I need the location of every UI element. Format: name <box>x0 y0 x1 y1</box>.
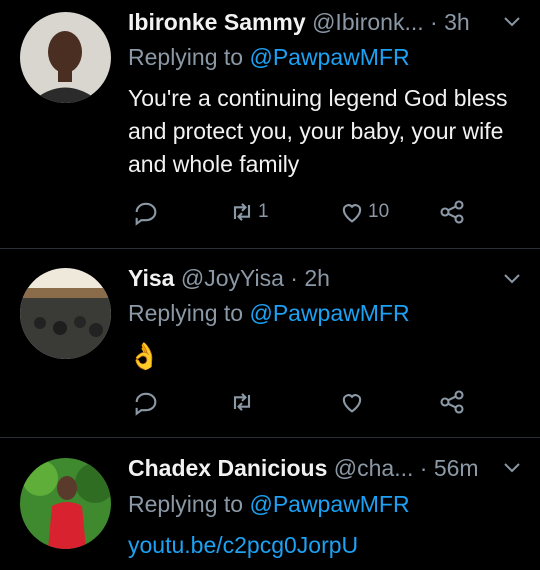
like-button[interactable] <box>338 388 366 416</box>
heart-icon <box>342 204 362 223</box>
share-icon <box>440 200 464 224</box>
tweet-text: You're a continuing legend God bless and… <box>128 85 508 177</box>
tweet-link[interactable]: youtu.be/c2pcg0JorpU <box>128 531 358 559</box>
replying-to-label: Replying to <box>128 491 244 517</box>
user-handle[interactable]: @JoyYisa <box>181 265 284 291</box>
tweet-header: Chadex Danicious @cha... · 56m <box>128 454 520 482</box>
share-button[interactable] <box>438 198 466 226</box>
chevron-down-icon[interactable] <box>502 458 522 478</box>
retweet-button[interactable] <box>228 388 256 416</box>
replying-to-label: Replying to <box>128 44 244 70</box>
retweet-button[interactable]: 1 <box>228 198 269 226</box>
display-name[interactable]: Chadex Danicious <box>128 455 327 481</box>
share-button[interactable] <box>438 388 466 416</box>
avatar[interactable] <box>20 12 111 103</box>
display-name[interactable]: Ibironke Sammy <box>128 9 306 35</box>
timestamp[interactable]: · 3h <box>430 9 470 35</box>
replying-to-label: Replying to <box>128 300 244 326</box>
timestamp[interactable]: · 2h <box>290 265 330 291</box>
user-handle[interactable]: @cha... <box>334 455 414 481</box>
replying-to-link[interactable]: @PawpawMFR <box>249 300 409 326</box>
replying-to-link[interactable]: @PawpawMFR <box>249 491 409 517</box>
reply-icon <box>135 392 157 416</box>
display-name[interactable]: Yisa <box>128 265 174 291</box>
share-icon <box>440 390 464 414</box>
tweet-2[interactable]: Yisa @JoyYisa · 2h Replying to @PawpawMF… <box>0 249 540 437</box>
like-button[interactable]: 10 <box>338 198 389 226</box>
action-bar <box>128 388 488 416</box>
avatar[interactable] <box>20 268 111 359</box>
reply-button[interactable] <box>132 198 160 226</box>
reply-button[interactable] <box>132 388 160 416</box>
user-handle[interactable]: @Ibironk... <box>312 9 424 35</box>
replying-to: Replying to @PawpawMFR <box>128 43 410 71</box>
tweet-text: 👌 <box>128 341 161 371</box>
avatar[interactable] <box>20 458 111 549</box>
retweet-count: 1 <box>258 201 269 222</box>
replying-to: Replying to @PawpawMFR <box>128 299 410 327</box>
chevron-down-icon[interactable] <box>502 269 522 289</box>
retweet-icon <box>233 393 251 411</box>
tweet-header: Ibironke Sammy @Ibironk... · 3h <box>128 8 520 36</box>
heart-icon <box>342 394 362 413</box>
chevron-down-icon[interactable] <box>502 12 522 32</box>
tweet-header: Yisa @JoyYisa · 2h <box>128 264 520 292</box>
tweet-1[interactable]: Ibironke Sammy @Ibironk... · 3h Replying… <box>0 0 540 248</box>
replying-to: Replying to @PawpawMFR <box>128 490 410 518</box>
reply-icon <box>135 202 157 226</box>
tweet-3[interactable]: Chadex Danicious @cha... · 56m Replying … <box>0 438 540 570</box>
replying-to-link[interactable]: @PawpawMFR <box>249 44 409 70</box>
like-count: 10 <box>368 201 390 222</box>
timestamp[interactable]: · 56m <box>420 455 479 481</box>
action-bar: 1 10 <box>128 198 488 226</box>
retweet-icon <box>233 203 251 221</box>
